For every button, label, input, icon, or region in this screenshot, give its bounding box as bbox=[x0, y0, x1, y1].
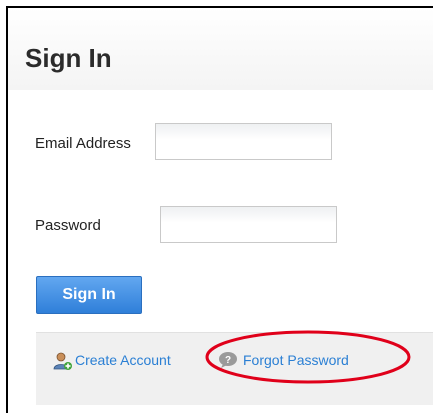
create-account-link[interactable]: Create Account bbox=[75, 352, 171, 368]
annotation-circle bbox=[205, 330, 411, 384]
signin-panel: Sign In Email Address Password Sign In C… bbox=[6, 6, 433, 413]
email-label: Email Address bbox=[35, 135, 131, 152]
sign-in-button[interactable]: Sign In bbox=[36, 276, 142, 314]
password-field[interactable] bbox=[160, 206, 337, 243]
page-title: Sign In bbox=[25, 43, 112, 73]
add-user-icon[interactable] bbox=[53, 351, 73, 371]
email-field[interactable] bbox=[155, 123, 332, 160]
password-label: Password bbox=[35, 217, 101, 234]
